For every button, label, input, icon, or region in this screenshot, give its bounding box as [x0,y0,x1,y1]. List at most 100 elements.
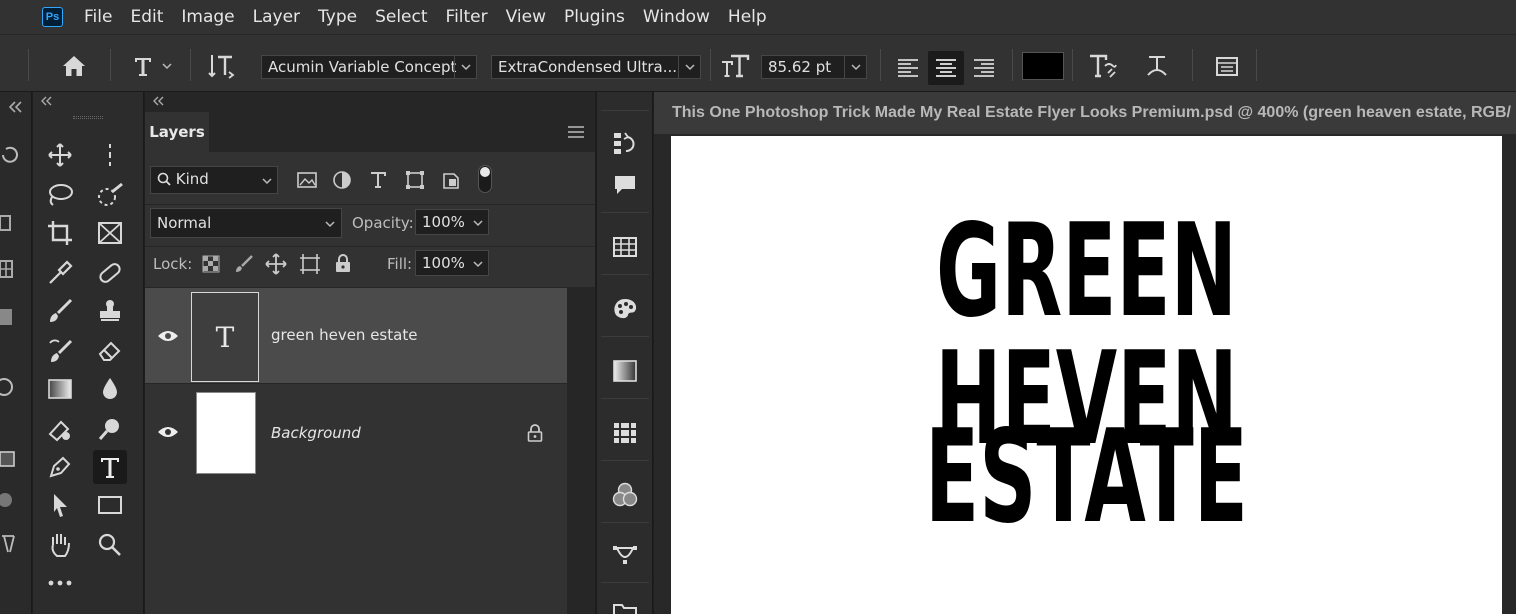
brush-tool[interactable] [43,294,77,328]
filter-adjustment-icon[interactable] [332,170,352,190]
filter-type-icon[interactable] [369,171,387,189]
pen-tool[interactable] [43,450,77,484]
collapse-icon[interactable] [39,96,55,106]
eye-icon [158,331,178,341]
clock-icon[interactable] [0,376,14,398]
zoom-like-tool[interactable] [93,412,127,446]
lock-transparent-icon[interactable] [202,255,220,273]
layer-row-text[interactable]: T green heven estate [145,287,567,383]
quick-selection-tool[interactable] [93,178,127,212]
comments-panel-button[interactable] [606,166,644,204]
type-tool[interactable] [93,450,127,484]
layers-mini-icon[interactable] [0,448,18,472]
filter-shape-icon[interactable] [405,170,425,190]
image-icon[interactable] [0,212,14,234]
menu-select[interactable]: Select [375,7,427,27]
zoom-tool[interactable] [93,528,127,562]
panel-menu-icon[interactable] [567,125,585,139]
libraries-panel-button[interactable] [606,592,644,614]
home-button[interactable] [56,51,92,81]
lock-all-icon[interactable] [334,253,352,273]
warp-text-button[interactable] [1086,51,1120,81]
document-tab-title[interactable]: This One Photoshop Trick Made My Real Es… [654,92,1516,134]
blur-tool[interactable] [93,372,127,406]
text-3d-button[interactable] [1140,51,1174,81]
fill-input[interactable]: 100% [415,250,489,276]
color-panel-button[interactable] [606,290,644,328]
lock-position-icon[interactable] [265,253,287,275]
move-tool[interactable] [43,138,77,172]
opacity-input[interactable]: 100% [415,209,489,235]
layer-name[interactable]: green heven estate [271,326,417,344]
menu-help[interactable]: Help [728,7,767,27]
export-icon[interactable] [0,48,20,76]
menu-window[interactable]: Window [643,7,710,27]
eyedropper-tool[interactable] [43,256,77,290]
collapse-icon[interactable] [6,100,26,114]
gradients-panel-button[interactable] [606,352,644,390]
hand-tool[interactable] [43,528,77,562]
channels-panel-button[interactable] [606,476,644,514]
layer-visibility-toggle[interactable] [153,324,183,348]
grid-icon[interactable] [0,258,14,280]
filter-toggle[interactable] [478,165,492,193]
history-icon[interactable] [0,144,18,166]
layer-name[interactable]: Background [271,424,361,442]
filter-pixel-icon[interactable] [297,171,317,189]
paths-icon[interactable] [0,532,18,556]
text-color-swatch[interactable] [1022,52,1064,80]
history-brush-tool[interactable] [43,334,77,368]
document-canvas[interactable]: GREEN HEVEN ESTATE [671,136,1502,614]
circles-icon[interactable] [0,488,18,512]
more-tools-button[interactable] [43,566,77,600]
menu-edit[interactable]: Edit [130,7,163,27]
layer-filter-kind-select[interactable]: Kind [150,166,278,194]
collapse-icon[interactable] [151,96,167,106]
paths-panel-button[interactable] [606,536,644,574]
menu-type[interactable]: Type [318,7,357,27]
menu-file[interactable]: File [84,7,112,27]
clone-stamp-tool[interactable] [93,294,127,328]
swatches-panel-button[interactable] [606,228,644,266]
chevron-down-icon [325,221,335,228]
adjustments-panel-button[interactable] [606,414,644,452]
lock-icon[interactable] [527,424,543,442]
text-layer-glyph: T [215,320,235,354]
lasso-tool[interactable] [43,178,77,212]
menu-filter[interactable]: Filter [446,7,488,27]
lock-pixels-icon[interactable] [234,254,254,274]
comment-icon [615,176,635,194]
menu-layer[interactable]: Layer [253,7,300,27]
layers-tabbar: Layers [145,92,615,152]
ellipsis-icon [48,580,72,586]
font-family-select[interactable]: Acumin Variable Concept [261,55,477,79]
artboard-tool[interactable] [93,138,127,172]
rectangle-tool[interactable] [93,488,127,522]
filter-smart-object-icon[interactable] [442,170,460,190]
font-style-select[interactable]: ExtraCondensed Ultra... [491,55,701,79]
align-center-button[interactable] [928,51,964,85]
eraser-tool[interactable] [93,334,127,368]
menu-view[interactable]: View [506,7,546,27]
healing-brush-tool[interactable] [93,256,127,290]
square-icon[interactable] [0,306,14,328]
type-tool-preset-button[interactable] [124,51,180,81]
font-size-input[interactable]: 85.62 pt [761,55,867,79]
blend-mode-select[interactable]: Normal [150,208,342,238]
frame-tool[interactable] [93,216,127,250]
toggle-text-orientation-button[interactable] [202,51,240,81]
dodge-tool[interactable] [43,412,77,446]
menu-image[interactable]: Image [181,7,234,27]
align-right-button[interactable] [968,53,1000,83]
crop-tool[interactable] [43,216,77,250]
layer-visibility-toggle[interactable] [153,420,183,444]
menu-plugins[interactable]: Plugins [564,7,625,27]
history-panel-button[interactable] [606,124,644,162]
layer-row-background[interactable]: Background [145,383,567,479]
align-left-button[interactable] [892,53,924,83]
lock-artboard-icon[interactable] [299,253,321,275]
path-selection-tool[interactable] [43,488,77,522]
gradient-tool[interactable] [43,372,77,406]
character-panel-button[interactable] [1210,51,1244,81]
tab-layers[interactable]: Layers [145,112,209,152]
